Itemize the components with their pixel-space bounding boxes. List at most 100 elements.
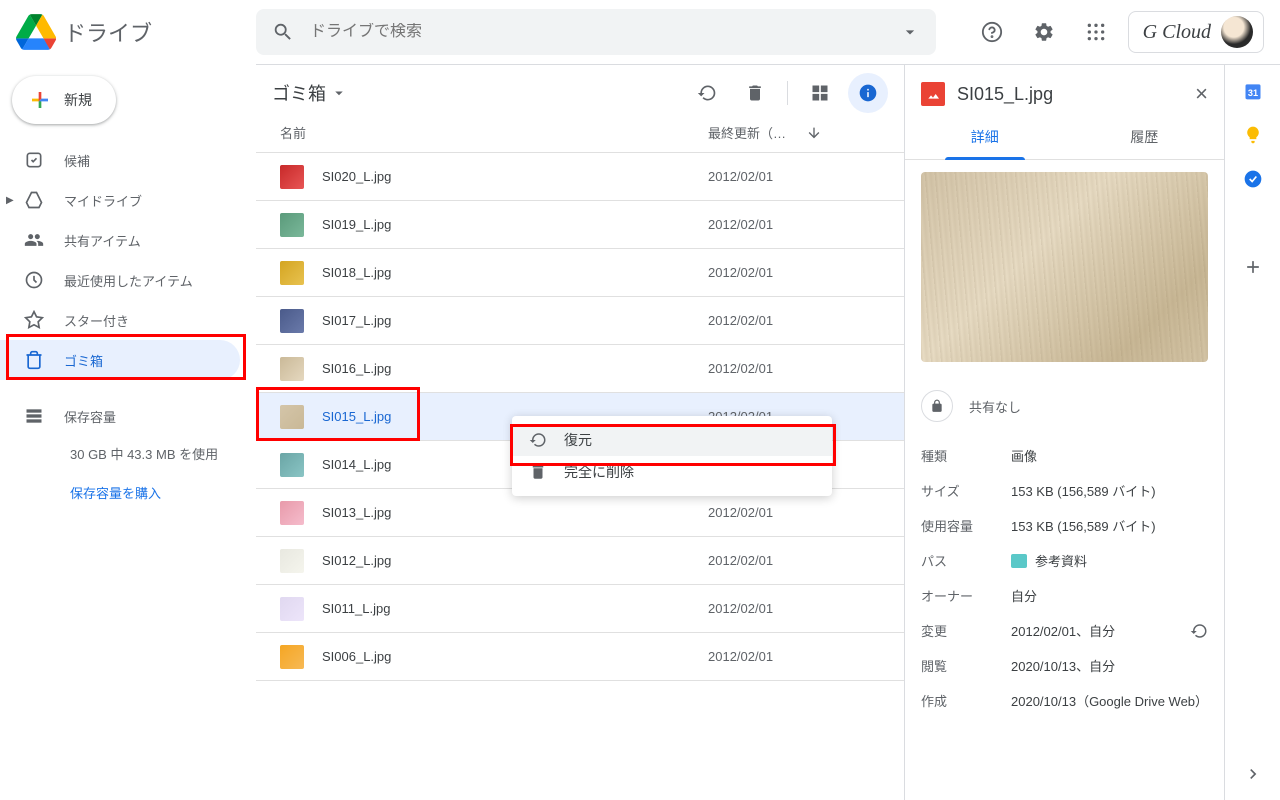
sidebar-item-priority[interactable]: 候補 [0, 140, 240, 180]
restore-icon [528, 431, 548, 449]
file-date: 2012/02/01 [708, 169, 888, 184]
location-title[interactable]: ゴミ箱 [272, 80, 348, 106]
expand-icon[interactable]: ▶ [6, 195, 14, 206]
file-thumbnail [280, 165, 304, 189]
sidebar-item-trash[interactable]: ゴミ箱 [0, 340, 240, 380]
sidebar-item-mydrive[interactable]: ▶ マイドライブ [0, 180, 240, 220]
sidebar-item-label: スター付き [64, 311, 129, 330]
file-row[interactable]: SI006_L.jpg2012/02/01 [256, 633, 904, 681]
file-row[interactable]: SI019_L.jpg2012/02/01 [256, 201, 904, 249]
file-name: SI017_L.jpg [322, 313, 708, 328]
share-status-row: 共有なし [905, 374, 1224, 438]
sort-arrow-icon [806, 125, 822, 141]
chevron-down-icon [330, 84, 348, 102]
file-row[interactable]: SI020_L.jpg2012/02/01 [256, 153, 904, 201]
drive-logo-icon [16, 12, 56, 52]
help-button[interactable] [972, 12, 1012, 52]
sidebar-item-starred[interactable]: スター付き [0, 300, 240, 340]
file-date: 2012/02/01 [708, 601, 888, 616]
toolbar: ゴミ箱 [256, 65, 904, 113]
restore-button[interactable] [687, 73, 727, 113]
logo-area[interactable]: ドライブ [16, 12, 256, 52]
sidebar-item-recent[interactable]: 最近使用したアイテム [0, 260, 240, 300]
storage-icon [24, 406, 44, 426]
delete-forever-button[interactable] [735, 73, 775, 113]
file-date: 2012/02/01 [708, 553, 888, 568]
file-row[interactable]: SI013_L.jpg2012/02/01 [256, 489, 904, 537]
file-thumbnail [280, 501, 304, 525]
collapse-sidepanel-button[interactable] [1243, 764, 1263, 800]
mydrive-icon [24, 190, 44, 210]
tasks-app-icon[interactable] [1243, 169, 1263, 189]
share-status-text: 共有なし [969, 397, 1021, 416]
details-panel: SI015_L.jpg × 詳細 履歴 共有なし 種類画像 サイズ153 KB … [904, 65, 1224, 800]
tab-history[interactable]: 履歴 [1065, 115, 1225, 159]
settings-button[interactable] [1024, 12, 1064, 52]
folder-icon [1011, 554, 1027, 568]
meta-path-label: パス [921, 551, 1011, 570]
preview-image[interactable] [921, 172, 1208, 362]
sidebar-item-shared[interactable]: 共有アイテム [0, 220, 240, 260]
file-name: SI018_L.jpg [322, 265, 708, 280]
file-date: 2012/02/01 [708, 505, 888, 520]
meta-path-value[interactable]: 参考資料 [1011, 551, 1208, 570]
column-name[interactable]: 名前 [272, 123, 708, 142]
meta-owner-value: 自分 [1011, 586, 1208, 605]
file-row[interactable]: SI018_L.jpg2012/02/01 [256, 249, 904, 297]
meta-type-value: 画像 [1011, 446, 1208, 465]
menu-delete-label: 完全に削除 [564, 462, 634, 482]
column-date[interactable]: 最終更新（… [708, 123, 888, 142]
info-button[interactable] [848, 73, 888, 113]
trash-icon [24, 350, 44, 370]
buy-storage-link[interactable]: 保存容量を購入 [0, 463, 256, 502]
context-menu: 復元 完全に削除 [512, 416, 832, 496]
add-addon-button[interactable] [1243, 257, 1263, 277]
sidebar-item-label: 共有アイテム [64, 231, 141, 250]
side-panel: 31 [1224, 65, 1280, 800]
meta-modified-label: 変更 [921, 621, 1011, 640]
meta-usage-value: 153 KB (156,589 バイト) [1011, 516, 1208, 535]
account-badge[interactable]: G Cloud [1128, 11, 1264, 53]
sidebar-item-storage[interactable]: 保存容量 [0, 396, 240, 436]
new-button[interactable]: 新規 [12, 76, 116, 124]
delete-icon [528, 463, 548, 481]
file-row[interactable]: SI017_L.jpg2012/02/01 [256, 297, 904, 345]
recent-icon [24, 270, 44, 290]
sidebar-item-label: マイドライブ [64, 191, 142, 210]
grid-view-button[interactable] [800, 73, 840, 113]
file-thumbnail [280, 357, 304, 381]
file-row[interactable]: SI011_L.jpg2012/02/01 [256, 585, 904, 633]
menu-restore[interactable]: 復元 [512, 424, 832, 456]
file-thumbnail [280, 261, 304, 285]
calendar-app-icon[interactable]: 31 [1243, 81, 1263, 101]
meta-created-value: 2020/10/13（Google Drive Web） [1011, 691, 1208, 710]
search-input[interactable] [310, 23, 900, 41]
svg-text:31: 31 [1247, 88, 1257, 98]
search-bar[interactable] [256, 9, 936, 55]
meta-size-label: サイズ [921, 481, 1011, 500]
menu-delete-forever[interactable]: 完全に削除 [512, 456, 832, 488]
apps-button[interactable] [1076, 12, 1116, 52]
file-row[interactable]: SI016_L.jpg2012/02/01 [256, 345, 904, 393]
close-details-button[interactable]: × [1195, 81, 1208, 107]
tab-detail[interactable]: 詳細 [905, 115, 1065, 159]
meta-type-label: 種類 [921, 446, 1011, 465]
meta-usage-label: 使用容量 [921, 516, 1011, 535]
file-date: 2012/02/01 [708, 361, 888, 376]
image-file-icon [921, 82, 945, 106]
history-icon[interactable] [1190, 622, 1208, 640]
file-date: 2012/02/01 [708, 649, 888, 664]
file-name: SI011_L.jpg [322, 601, 708, 616]
sidebar-item-label: 保存容量 [64, 407, 116, 426]
app-name: ドライブ [64, 16, 152, 48]
file-thumbnail [280, 597, 304, 621]
file-thumbnail [280, 453, 304, 477]
file-name: SI016_L.jpg [322, 361, 708, 376]
search-options-icon[interactable] [900, 22, 920, 42]
meta-created-label: 作成 [921, 691, 1011, 710]
new-button-label: 新規 [64, 90, 92, 110]
keep-app-icon[interactable] [1243, 125, 1263, 145]
menu-restore-label: 復元 [564, 430, 592, 450]
file-row[interactable]: SI012_L.jpg2012/02/01 [256, 537, 904, 585]
sidebar-item-label: 最近使用したアイテム [64, 271, 193, 290]
